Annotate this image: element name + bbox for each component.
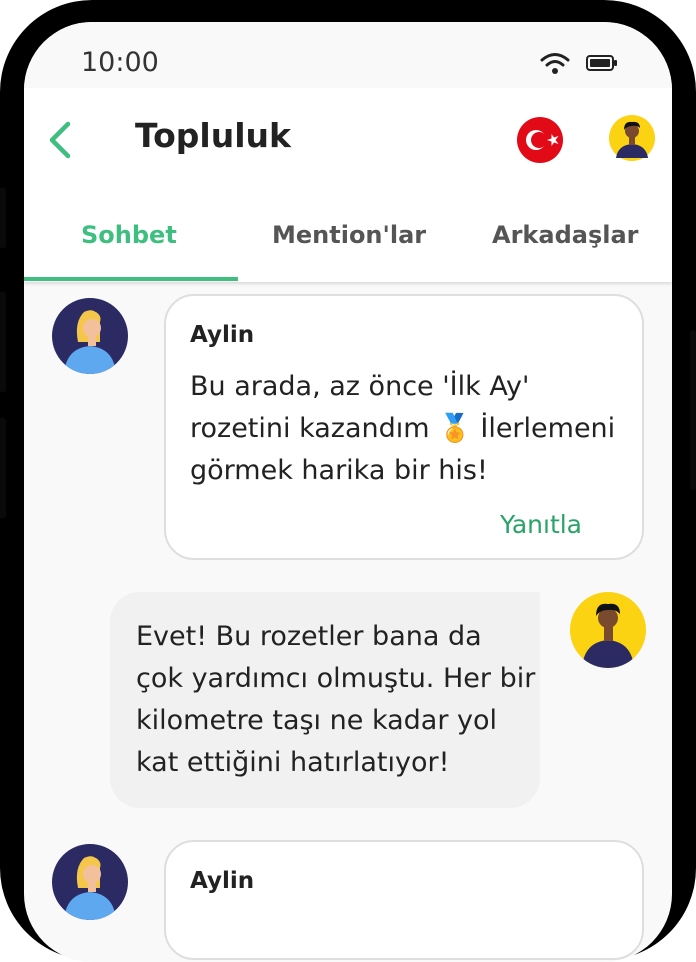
message-bubble: Aylin — [164, 840, 644, 960]
avatar-aylin[interactable] — [52, 844, 128, 920]
avatar-self[interactable] — [570, 592, 646, 668]
app-header: Topluluk Sohbet Mention'lar Arkadaşlar — [24, 88, 672, 282]
status-time: 10:00 — [81, 47, 159, 78]
status-bar: 10:00 — [24, 22, 672, 88]
wifi-icon — [540, 52, 570, 78]
page-title: Topluluk — [135, 116, 291, 155]
avatar-aylin[interactable] — [52, 298, 128, 374]
turkey-flag-icon[interactable] — [516, 116, 564, 164]
side-button — [0, 418, 6, 518]
tab-mentions[interactable]: Mention'lar — [272, 221, 426, 249]
message-text: Evet! Bu rozetler bana da çok yardımcı o… — [136, 621, 536, 778]
phone-screen: 10:00 Topluluk Sohbet Mention'lar Arkada… — [24, 22, 672, 962]
profile-avatar-icon[interactable] — [608, 114, 656, 162]
outgoing-message-bubble: Evet! Bu rozetler bana da çok yardımcı o… — [110, 592, 540, 808]
side-button — [0, 292, 6, 392]
back-arrow-icon[interactable] — [46, 120, 76, 164]
side-button — [0, 188, 6, 248]
active-tab-indicator — [24, 277, 238, 281]
side-button — [690, 330, 696, 490]
message-sender: Aylin — [190, 322, 255, 348]
message-bubble: Aylin Bu arada, az önce 'İlk Ay' rozetin… — [164, 294, 644, 560]
message-sender: Aylin — [190, 868, 255, 894]
tab-sohbet[interactable]: Sohbet — [81, 221, 177, 249]
tab-friends[interactable]: Arkadaşlar — [492, 221, 638, 249]
reply-link[interactable]: Yanıtla — [500, 510, 582, 539]
message-text: Bu arada, az önce 'İlk Ay' rozetini kaza… — [190, 371, 616, 486]
battery-icon — [586, 55, 618, 75]
